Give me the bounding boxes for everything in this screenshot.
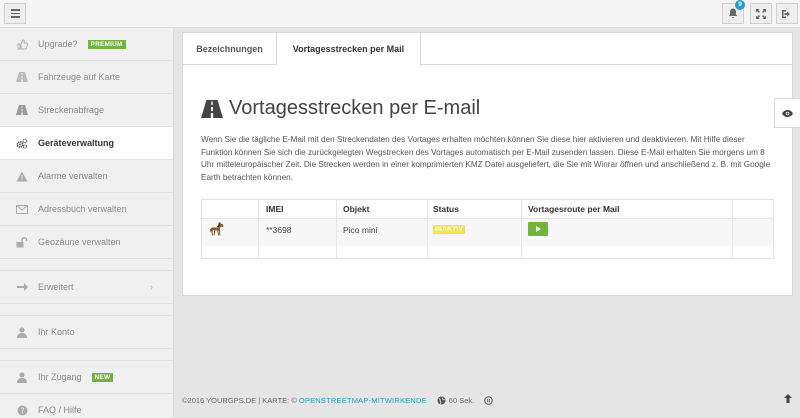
sidebar-item-alarme[interactable]: Alarme verwalten [0,160,173,193]
devices-table: IMEI Objekt Status Vortagesroute per Mai… [201,199,774,259]
sign-out-icon [782,9,790,18]
sidebar-item-label: Streckenabfrage [38,105,105,115]
sidebar-item-label: Fahrzeuge auf Karte [38,72,121,82]
sidebar-item-label: Geräteverwaltung [38,138,115,148]
eye-icon [782,109,793,117]
unlock-icon [16,236,28,248]
sidebar-item-geraeteverwaltung[interactable]: Geräteverwaltung [0,127,173,160]
expand-icon [756,8,766,19]
column-header-vortagesroute: Vortagesroute per Mail [528,204,620,214]
copyright-text: ©2016 YOURGPS.DE | KARTE: © [182,396,297,405]
sidebar-item-label: Ihr Zugang [38,372,82,382]
description-text: Wenn Sie die tägliche E-Mail mit den Str… [201,135,771,182]
objekt-cell: Pico mini [343,225,378,235]
gears-icon [16,137,28,149]
pause-button[interactable] [484,396,494,405]
arrow-right-icon [16,281,28,293]
footer: ©2016 YOURGPS.DE | KARTE: © OPENSTREETMA… [182,396,793,405]
sidebar-item-geozaeune[interactable]: Geozäune verwalten [0,226,173,259]
sidebar-item-zugang[interactable]: Ihr Zugang NEW [0,361,173,394]
sidebar-item-erweitert[interactable]: Erweitert › [0,271,173,304]
column-header-imei: IMEI [266,204,284,214]
sidebar-item-label: Upgrade? [38,39,78,49]
top-bar: 9 [0,0,800,28]
scroll-top-button[interactable] [784,394,792,406]
logout-button[interactable] [776,3,798,24]
premium-badge: PREMIUM [87,39,126,49]
sidebar-item-label: FAQ / Hilfe [38,405,82,415]
thumbs-up-icon [16,38,28,50]
tab-vortagesstrecken[interactable]: Vortagesstrecken per Mail [277,33,421,66]
arrow-up-icon [784,394,792,403]
main-panel: Bezeichnungen Vortagesstrecken per Mail … [182,32,793,296]
menu-toggle-button[interactable] [4,3,26,24]
sidebar-item-label: Ihr Konto [38,327,75,337]
sidebar-item-label: Adressbuch verwalten [38,204,127,214]
bell-icon [729,8,737,18]
hamburger-icon [10,9,20,11]
globe-icon [437,396,446,405]
play-icon [536,226,541,232]
column-header-status: Status [433,204,459,214]
user-icon [16,326,28,338]
sidebar-item-faq[interactable]: ? FAQ / Hilfe [0,394,173,418]
road-icon [16,104,28,116]
fullscreen-button[interactable] [750,3,772,24]
tab-bezeichnungen[interactable]: Bezeichnungen [183,33,277,65]
sidebar: Upgrade? PREMIUM Fahrzeuge auf Karte Str… [0,28,174,418]
sidebar-item-label: Erweitert [38,282,74,292]
pause-circle-icon [484,396,494,405]
imei-cell: **3698 [266,225,292,235]
status-badge: INAKTIV [433,225,466,234]
sidebar-item-konto[interactable]: Ihr Konto [0,316,173,349]
chevron-right-icon: › [150,282,153,292]
column-header-objekt: Objekt [343,204,370,214]
osm-contributors-link[interactable]: OPENSTREETMAP-MITWIRKENDE [299,396,427,405]
sidebar-item-streckenabfrage[interactable]: Streckenabfrage [0,94,173,127]
question-icon: ? [16,404,28,416]
notification-count-badge: 9 [735,0,745,10]
sidebar-item-label: Alarme verwalten [38,171,108,181]
sidebar-item-adressbuch[interactable]: Adressbuch verwalten [0,193,173,226]
user-icon [16,371,28,383]
page-title-text: Vortagesstrecken per E-mail [229,97,481,119]
notifications-button[interactable]: 9 [722,0,745,24]
sidebar-item-upgrade[interactable]: Upgrade? PREMIUM [0,28,173,61]
view-toggle-button[interactable] [774,98,800,128]
horse-icon [210,222,224,236]
warning-icon [16,170,28,182]
new-badge: NEW [91,372,114,382]
envelope-icon [16,203,28,215]
road-icon [201,99,223,118]
svg-text:?: ? [20,406,24,415]
refresh-indicator: 60 Sek. [437,396,474,405]
activate-mail-button[interactable] [528,222,548,236]
refresh-interval: 60 Sek. [448,396,475,405]
sidebar-item-fahrzeuge[interactable]: Fahrzeuge auf Karte [0,61,173,94]
sidebar-item-label: Geozäune verwalten [38,237,121,247]
road-icon [16,71,28,83]
tab-bar: Bezeichnungen Vortagesstrecken per Mail [183,33,792,66]
page-title: Vortagesstrecken per E-mail [201,97,480,120]
status-cell: INAKTIV [433,223,466,234]
